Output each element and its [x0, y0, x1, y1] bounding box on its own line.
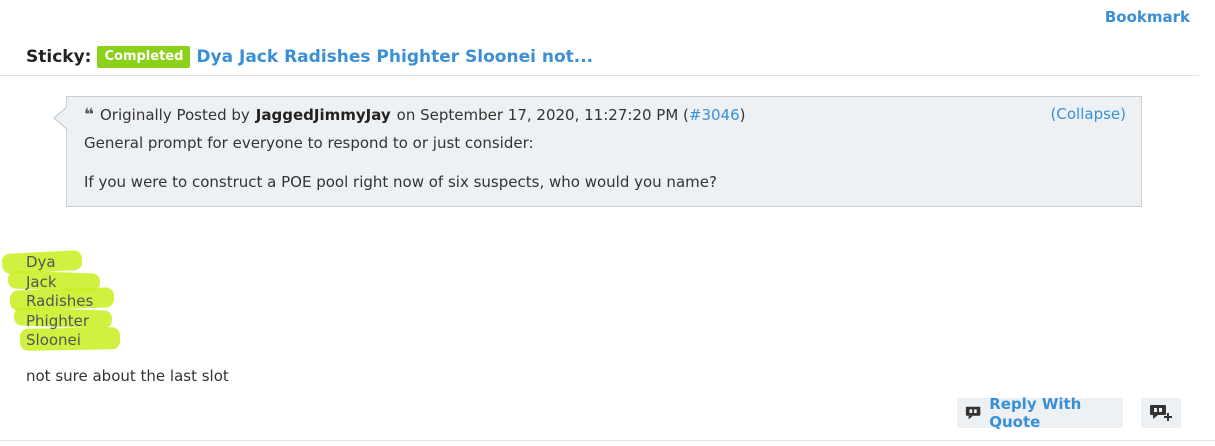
quote-header: ❝ Originally Posted by JaggedJimmyJay on…: [84, 105, 746, 125]
post-text: not sure about the last slot: [26, 367, 229, 385]
header-divider: [0, 75, 1199, 76]
quote-post-link[interactable]: #3046: [689, 106, 740, 124]
bookmark-link[interactable]: Bookmark: [1105, 8, 1190, 26]
reply-with-quote-label: Reply With Quote: [989, 395, 1082, 431]
list-item: Sloonei: [26, 331, 81, 349]
list-item: Jack: [26, 272, 57, 291]
quote-bubble-icon: [965, 406, 981, 420]
multi-quote-button[interactable]: [1141, 398, 1181, 428]
thread-title-row: Sticky: Completed Dya Jack Radishes Phig…: [26, 44, 593, 70]
reply-with-quote-button[interactable]: Reply With Quote: [957, 395, 1123, 431]
quote-block: ❝ Originally Posted by JaggedJimmyJay on…: [53, 96, 1142, 207]
multi-quote-icon: [1150, 405, 1172, 421]
quote-text-line: If you were to construct a POE pool righ…: [84, 173, 717, 191]
quote-icon: ❝: [84, 105, 94, 125]
status-badge: Completed: [97, 46, 191, 68]
quote-author[interactable]: JaggedJimmyJay: [256, 106, 391, 124]
name-list: Dya Jack Radishes Phighter Sloonei: [26, 253, 93, 351]
list-item: Radishes: [26, 292, 94, 310]
sticky-label: Sticky:: [26, 47, 92, 67]
footer-divider: [0, 440, 1215, 441]
list-item: Phighter: [26, 311, 90, 330]
quote-prefix: Originally Posted by: [99, 106, 250, 124]
collapse-link[interactable]: (Collapse): [1051, 105, 1126, 123]
list-item: Dya: [26, 253, 56, 271]
quote-date: on September 17, 2020, 11:27:20 PM (#304…: [396, 106, 746, 124]
quote-text-line: General prompt for everyone to respond t…: [84, 134, 534, 152]
thread-title-link[interactable]: Dya Jack Radishes Phighter Sloonei not..…: [196, 47, 593, 67]
